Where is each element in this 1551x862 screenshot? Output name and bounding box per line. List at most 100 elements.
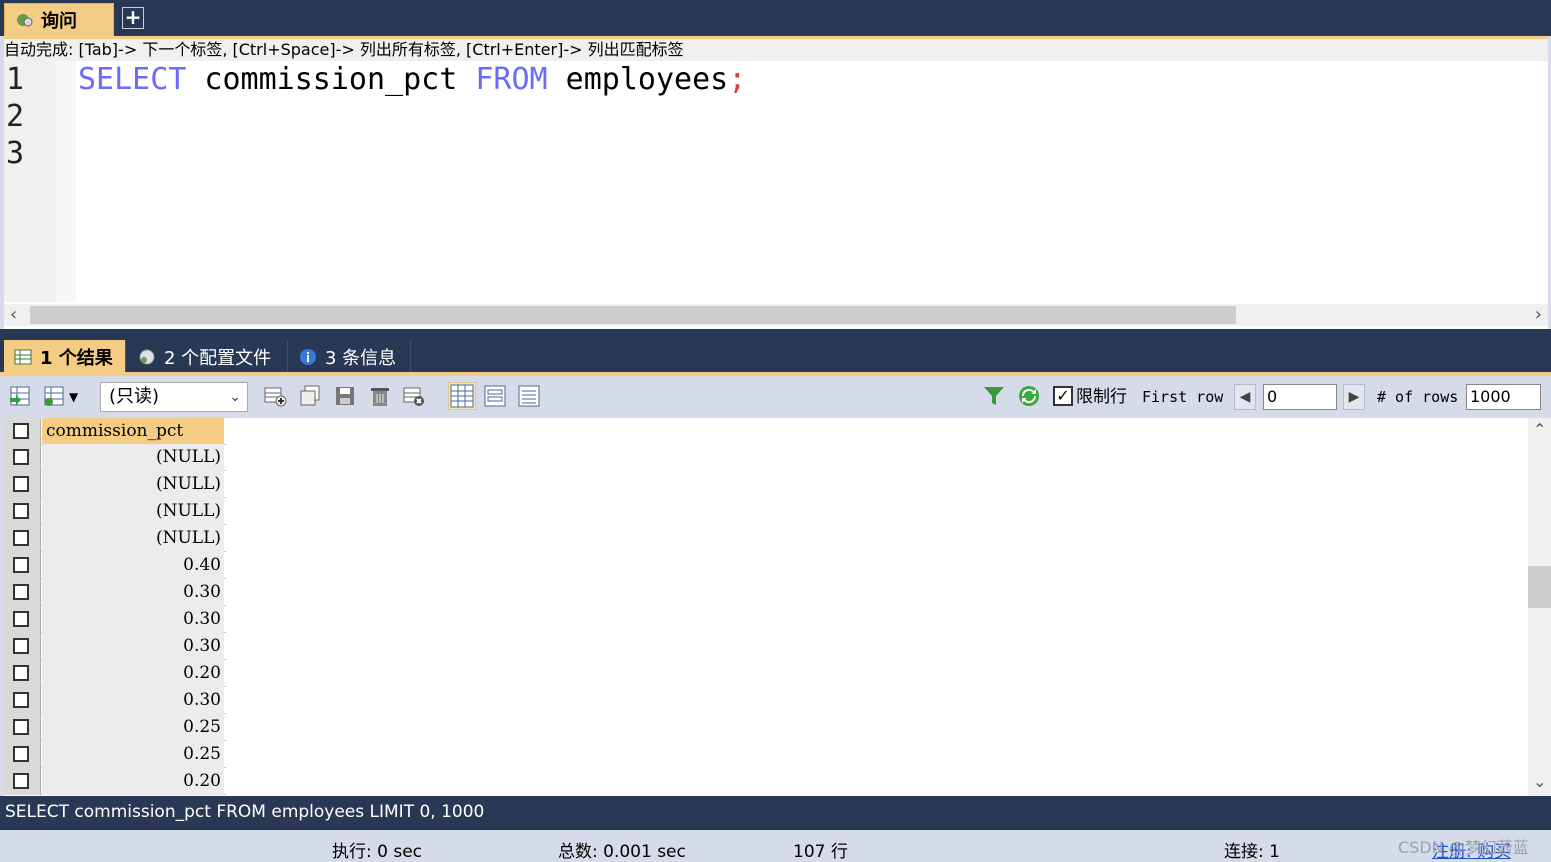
table-row[interactable]: 0.30	[4, 606, 226, 633]
code-text[interactable]: SELECT commission_pct FROM employees;	[78, 61, 746, 98]
table-cell[interactable]: (NULL)	[42, 444, 224, 471]
status-bar: 执行: 0 sec 总数: 0.001 sec 107 行 连接: 1 注册: …	[0, 830, 1551, 862]
table-header-row[interactable]: commission_pct	[4, 418, 226, 445]
line-number: 3	[6, 136, 25, 171]
duplicate-row-icon[interactable]	[298, 384, 322, 408]
import-grid-icon[interactable]	[42, 384, 66, 408]
query-icon	[17, 14, 33, 27]
tab-messages[interactable]: 3 条信息	[289, 340, 411, 374]
add-tab-button[interactable]: +	[122, 7, 144, 29]
scroll-up-icon[interactable]: ⌃	[1533, 420, 1546, 439]
form-view-icon[interactable]	[483, 384, 507, 408]
chevron-down-icon[interactable]: ▼	[69, 384, 78, 410]
horizontal-scrollbar[interactable]: ‹ ›	[4, 304, 1548, 326]
executed-sql: SELECT commission_pct FROM employees LIM…	[0, 796, 1551, 828]
tab-messages-label: 3 条信息	[325, 348, 397, 369]
scroll-down-icon[interactable]: ⌄	[1533, 772, 1546, 791]
table-cell[interactable]: 0.25	[42, 741, 224, 768]
table-row[interactable]: 0.30	[4, 579, 226, 606]
table-row[interactable]: 0.20	[4, 660, 226, 687]
line-number-gutter: 1 2 3	[4, 61, 56, 302]
row-select-checkbox[interactable]	[13, 449, 29, 465]
tab-query-label: 询问	[41, 11, 77, 32]
table-cell[interactable]: 0.30	[42, 606, 224, 633]
table-row[interactable]: 0.40	[4, 552, 226, 579]
row-select-checkbox[interactable]	[13, 530, 29, 546]
refresh-icon[interactable]	[1017, 384, 1041, 408]
row-select-checkbox[interactable]	[13, 692, 29, 708]
previous-page-button[interactable]: ◀	[1234, 384, 1256, 410]
row-select-checkbox[interactable]	[13, 557, 29, 573]
tab-profile-label: 2 个配置文件	[164, 348, 272, 369]
row-select-checkbox[interactable]	[13, 665, 29, 681]
table-cell[interactable]: 0.20	[42, 768, 224, 795]
table-cell[interactable]: 0.30	[42, 579, 224, 606]
total-time: 总数: 0.001 sec	[558, 842, 686, 862]
sql-editor[interactable]: 自动完成: [Tab]-> 下一个标签, [Ctrl+Space]-> 列出所有…	[0, 36, 1551, 329]
row-count: 107 行	[793, 842, 848, 862]
result-toolbar: ▼ (只读) ⌄ ✓ 限制行 First row ◀ 0 ▶ # of rows…	[0, 376, 1551, 418]
scroll-right-icon[interactable]: ›	[1535, 304, 1542, 326]
export-grid-icon[interactable]	[8, 384, 32, 408]
scroll-thumb[interactable]	[1528, 566, 1551, 608]
row-select-checkbox[interactable]	[13, 584, 29, 600]
table-row[interactable]: 0.30	[4, 687, 226, 714]
vertical-scrollbar[interactable]: ⌃ ⌄	[1528, 418, 1551, 796]
table-row[interactable]: 0.25	[4, 714, 226, 741]
tab-results[interactable]: 1 个结果	[4, 340, 126, 374]
grid-view-icon[interactable]	[448, 382, 476, 410]
table-cell[interactable]: (NULL)	[42, 525, 224, 552]
table-row[interactable]: 0.30	[4, 633, 226, 660]
tab-profile[interactable]: 2 个配置文件	[128, 340, 288, 374]
limit-rows-checkbox[interactable]: ✓	[1053, 386, 1073, 406]
table-row[interactable]: (NULL)	[4, 498, 226, 525]
chevron-down-icon: ⌄	[229, 389, 241, 405]
table-cell[interactable]: 0.20	[42, 660, 224, 687]
table-cell[interactable]: 0.30	[42, 687, 224, 714]
table-row[interactable]: 0.25	[4, 741, 226, 768]
row-select-checkbox[interactable]	[13, 638, 29, 654]
keyword-from: FROM	[475, 62, 548, 97]
first-row-input[interactable]: 0	[1263, 384, 1337, 410]
scroll-left-icon[interactable]: ‹	[10, 304, 17, 326]
table-row[interactable]: (NULL)	[4, 525, 226, 552]
exec-time: 执行: 0 sec	[332, 842, 423, 862]
table-cell[interactable]: 0.40	[42, 552, 224, 579]
filter-icon[interactable]	[982, 384, 1006, 408]
row-select-checkbox[interactable]	[13, 476, 29, 492]
table-cell[interactable]: (NULL)	[42, 471, 224, 498]
text-view-icon[interactable]	[517, 384, 541, 408]
column-header[interactable]: commission_pct	[42, 418, 224, 445]
row-select-checkbox[interactable]	[13, 746, 29, 762]
keyword-select: SELECT	[78, 62, 187, 97]
watermark: CSDN @梦幻蔚蓝	[1398, 838, 1529, 857]
table-row[interactable]: (NULL)	[4, 471, 226, 498]
result-tabs: 1 个结果 2 个配置文件 3 条信息	[0, 338, 1551, 374]
table-row[interactable]: 0.20	[4, 768, 226, 795]
tab-query[interactable]: 询问	[4, 3, 114, 36]
table-row[interactable]: (NULL)	[4, 444, 226, 471]
row-select-checkbox[interactable]	[13, 423, 29, 439]
scroll-thumb[interactable]	[30, 306, 1236, 324]
rows-count-input[interactable]: 1000	[1466, 384, 1541, 410]
connection-count: 连接: 1	[1224, 842, 1280, 862]
row-select-checkbox[interactable]	[13, 611, 29, 627]
cancel-changes-icon[interactable]	[402, 384, 426, 408]
save-icon[interactable]	[333, 384, 357, 408]
delete-icon[interactable]	[368, 384, 392, 408]
line-number: 2	[6, 99, 25, 134]
row-select-checkbox[interactable]	[13, 719, 29, 735]
row-select-checkbox[interactable]	[13, 773, 29, 789]
table-cell[interactable]: 0.25	[42, 714, 224, 741]
next-page-button[interactable]: ▶	[1343, 384, 1365, 410]
table-cell[interactable]: (NULL)	[42, 498, 224, 525]
row-select-checkbox[interactable]	[13, 503, 29, 519]
query-tab-strip: 询问 +	[0, 0, 1551, 36]
add-row-icon[interactable]	[263, 384, 287, 408]
result-mode-value: (只读)	[109, 386, 160, 407]
table-cell[interactable]: 0.30	[42, 633, 224, 660]
identifier-column: commission_pct	[186, 62, 476, 97]
result-mode-select[interactable]: (只读) ⌄	[100, 382, 248, 412]
semicolon: ;	[728, 62, 747, 97]
info-icon	[300, 349, 316, 365]
